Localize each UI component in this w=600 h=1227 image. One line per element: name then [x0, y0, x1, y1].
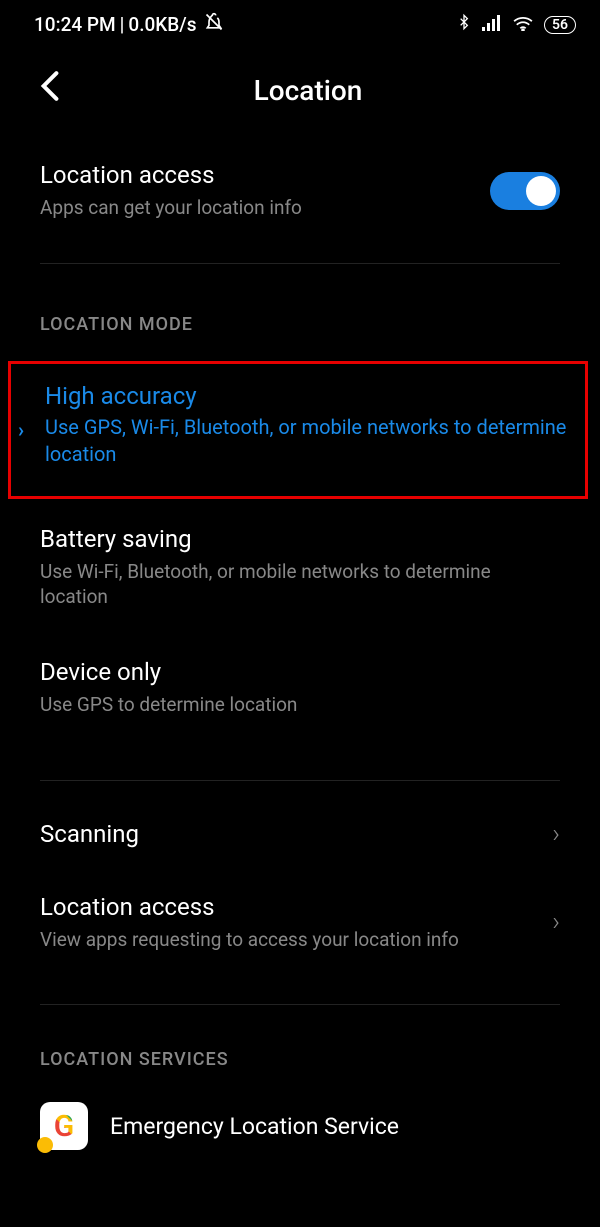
scanning-title: Scanning	[40, 820, 532, 848]
signal-icon	[482, 13, 502, 36]
google-icon: G	[40, 1102, 88, 1150]
mode-device-title: Device only	[40, 658, 560, 686]
toggle-thumb	[526, 176, 556, 206]
status-speed: 0.0KB/s	[128, 13, 196, 36]
chevron-right-icon: ›	[18, 418, 24, 442]
app-header: Location	[0, 43, 600, 141]
mode-high-title: High accuracy	[45, 382, 569, 410]
emergency-service-title: Emergency Location Service	[110, 1113, 399, 1140]
mode-device-only[interactable]: Device only Use GPS to determine locatio…	[0, 630, 600, 738]
emergency-location-service-row[interactable]: G Emergency Location Service	[0, 1088, 600, 1150]
wifi-icon	[512, 13, 534, 36]
location-access-detail-row[interactable]: Location access View apps requesting to …	[0, 879, 600, 975]
section-services-header: LOCATION SERVICES	[0, 1005, 600, 1088]
mode-battery-title: Battery saving	[40, 525, 560, 553]
status-left: 10:24 PM | 0.0KB/s	[34, 12, 224, 37]
page-title: Location	[80, 74, 536, 107]
access-detail-title: Location access	[40, 893, 532, 921]
chevron-right-icon: ›	[552, 907, 560, 937]
section-mode-header: LOCATION MODE	[0, 264, 600, 353]
chevron-right-icon: ›	[552, 819, 560, 849]
mode-battery-saving[interactable]: Battery saving Use Wi-Fi, Bluetooth, or …	[0, 507, 600, 630]
bluetooth-icon	[456, 12, 472, 37]
mode-high-accuracy[interactable]: › High accuracy Use GPS, Wi-Fi, Bluetoot…	[8, 361, 588, 499]
mode-device-sub: Use GPS to determine location	[40, 692, 560, 718]
location-access-sub: Apps can get your location info	[40, 195, 490, 221]
battery-level: 56	[544, 16, 576, 34]
location-access-row[interactable]: Location access Apps can get your locati…	[0, 141, 600, 243]
access-detail-sub: View apps requesting to access your loca…	[40, 927, 532, 953]
location-access-title: Location access	[40, 161, 490, 189]
mute-icon	[204, 12, 224, 37]
scanning-row[interactable]: Scanning ›	[0, 781, 600, 879]
status-bar: 10:24 PM | 0.0KB/s 56	[0, 0, 600, 43]
location-access-toggle[interactable]	[490, 172, 560, 210]
mode-battery-sub: Use Wi-Fi, Bluetooth, or mobile networks…	[40, 559, 560, 610]
status-time: 10:24 PM	[34, 13, 116, 36]
mode-high-sub: Use GPS, Wi-Fi, Bluetooth, or mobile net…	[45, 414, 569, 468]
status-right: 56	[456, 12, 576, 37]
back-button[interactable]	[40, 69, 80, 111]
